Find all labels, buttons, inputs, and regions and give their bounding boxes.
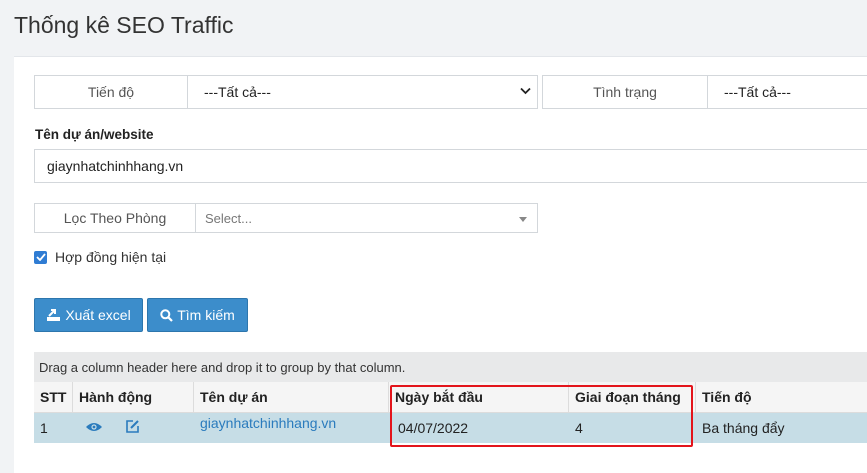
column-header-project[interactable]: Tên dự án	[194, 382, 389, 412]
progress-select[interactable]: ---Tất cả---	[188, 75, 538, 109]
progress-label: Tiến độ	[34, 75, 188, 109]
column-header-progress[interactable]: Tiến độ	[696, 382, 867, 412]
export-excel-button[interactable]: Xuất excel	[34, 298, 143, 332]
status-select[interactable]: ---Tất cả---	[708, 75, 867, 109]
edit-icon[interactable]	[125, 419, 140, 437]
view-eye-icon[interactable]	[85, 420, 103, 436]
chevron-down-icon	[520, 86, 531, 98]
status-filter: Tình trạng ---Tất cả---	[542, 75, 867, 109]
current-contract-checkbox[interactable]	[34, 250, 47, 264]
status-select-value: ---Tất cả---	[724, 84, 791, 100]
search-icon	[160, 308, 173, 322]
project-name-input[interactable]: giaynhatchinhhang.vn	[34, 149, 867, 183]
group-panel[interactable]: Drag a column header here and drop it to…	[34, 352, 867, 382]
current-contract-label: Hợp đồng hiện tại	[55, 249, 167, 265]
highlight-box	[390, 385, 693, 447]
status-label: Tình trạng	[542, 75, 708, 109]
room-select-placeholder: Select...	[205, 210, 252, 226]
export-icon	[47, 309, 61, 321]
project-name-label: Tên dự án/website	[35, 127, 154, 142]
column-header-actions[interactable]: Hành động	[73, 382, 194, 412]
page-title: Thống kê SEO Traffic	[14, 12, 234, 38]
cell-actions	[73, 413, 194, 443]
column-header-stt[interactable]: STT	[34, 382, 73, 412]
caret-down-icon	[519, 217, 527, 222]
grid-empty-area	[34, 443, 867, 473]
project-link[interactable]: giaynhatchinhhang.vn	[200, 415, 336, 431]
progress-filter: Tiến độ ---Tất cả---	[34, 75, 538, 109]
current-contract-checkbox-row[interactable]: Hợp đồng hiện tại	[34, 249, 166, 265]
search-label: Tìm kiếm	[177, 307, 235, 323]
search-button[interactable]: Tìm kiếm	[147, 298, 248, 332]
cell-project: giaynhatchinhhang.vn	[194, 413, 389, 443]
project-name-value: giaynhatchinhhang.vn	[47, 158, 184, 174]
room-select[interactable]: Select...	[196, 203, 538, 233]
progress-select-value: ---Tất cả---	[204, 84, 271, 100]
cell-stt: 1	[40, 420, 48, 436]
room-filter: Lọc Theo Phòng Select...	[34, 203, 538, 233]
export-excel-label: Xuất excel	[65, 307, 131, 323]
room-filter-label: Lọc Theo Phòng	[34, 203, 196, 233]
cell-progress: Ba tháng đẩy	[702, 420, 785, 436]
